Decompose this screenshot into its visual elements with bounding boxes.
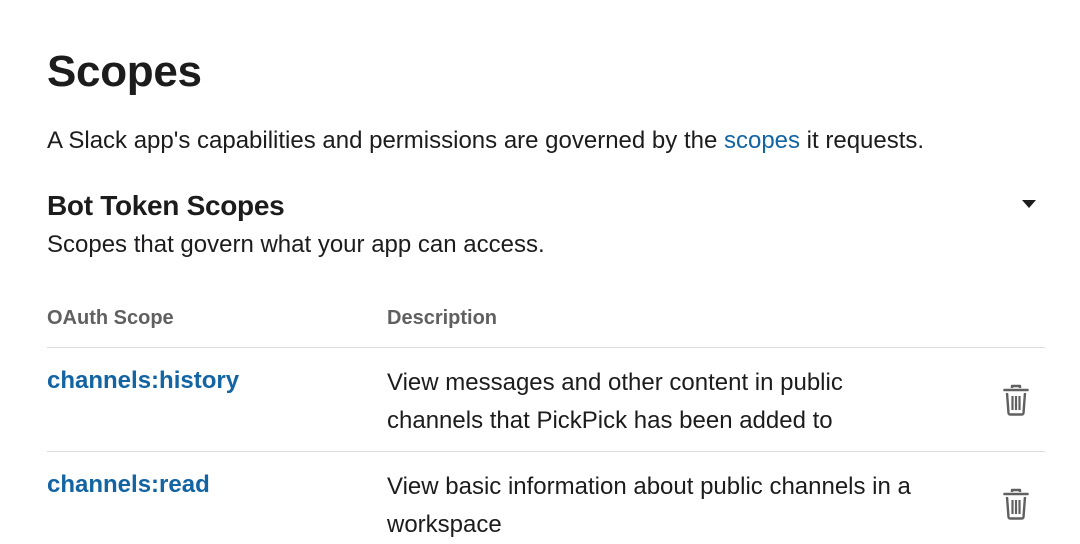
trash-icon-glyph [1003, 488, 1029, 520]
scope-description: View messages and other content in publi… [387, 369, 843, 434]
trash-icon[interactable] [1003, 488, 1029, 520]
column-header-oauth-scope: OAuth Scope [47, 307, 174, 329]
bot-token-scopes-title: Bot Token Scopes [47, 190, 285, 221]
trash-icon-glyph [1003, 384, 1029, 416]
intro-text: A Slack app's capabilities and permissio… [47, 124, 924, 158]
intro-text-after: it requests. [800, 127, 925, 154]
table-row: channels:read View basic information abo… [47, 469, 1045, 542]
bot-token-scopes-description: Scopes that govern what your app can acc… [47, 231, 545, 258]
intro-text-before: A Slack app's capabilities and permissio… [47, 127, 724, 154]
scopes-link[interactable]: scopes [724, 127, 800, 154]
scope-link-channels-history[interactable]: channels:history [47, 365, 239, 397]
caret-down-icon-glyph [1022, 200, 1036, 208]
table-row: channels:history View messages and other… [47, 365, 1045, 450]
caret-down-icon[interactable] [1017, 194, 1041, 214]
page-title: Scopes [47, 47, 202, 96]
column-header-description: Description [387, 307, 498, 329]
scope-link-channels-read[interactable]: channels:read [47, 469, 210, 501]
table-divider [47, 347, 1045, 348]
trash-icon[interactable] [1003, 384, 1029, 416]
scope-description: View basic information about public chan… [387, 473, 911, 538]
table-divider [47, 451, 1045, 452]
